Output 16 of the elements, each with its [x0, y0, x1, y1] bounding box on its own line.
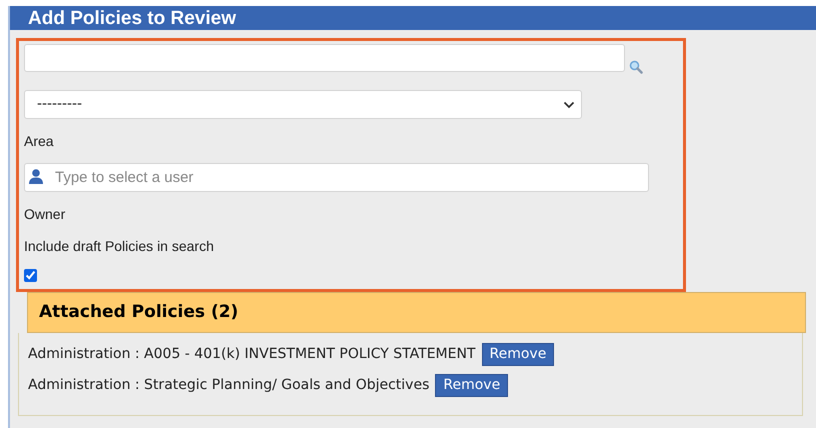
owner-label: Owner — [24, 206, 66, 223]
remove-button[interactable]: Remove — [482, 343, 554, 366]
policy-text: Administration : A005 - 401(k) INVESTMENT POLICY STATEMENT — [28, 345, 476, 364]
search-icon[interactable] — [629, 60, 643, 74]
area-dropdown[interactable]: --------- — [24, 90, 582, 119]
area-label: Area — [24, 133, 55, 150]
policy-text: Administration : Strategic Planning/ Goals and Objectives — [28, 376, 430, 395]
user-icon — [29, 169, 43, 184]
attached-title: Attached Policies (2) — [39, 300, 238, 324]
header-title: Add Policies to Review — [28, 8, 236, 28]
include-drafts-checkbox[interactable] — [24, 269, 37, 282]
chevron-down-icon — [563, 100, 575, 108]
search-field[interactable] — [24, 44, 625, 72]
remove-button[interactable]: Remove — [435, 374, 508, 397]
owner-field[interactable]: Type to select a user — [24, 163, 649, 192]
include-drafts-label: Include draft Policies in search — [24, 238, 215, 255]
